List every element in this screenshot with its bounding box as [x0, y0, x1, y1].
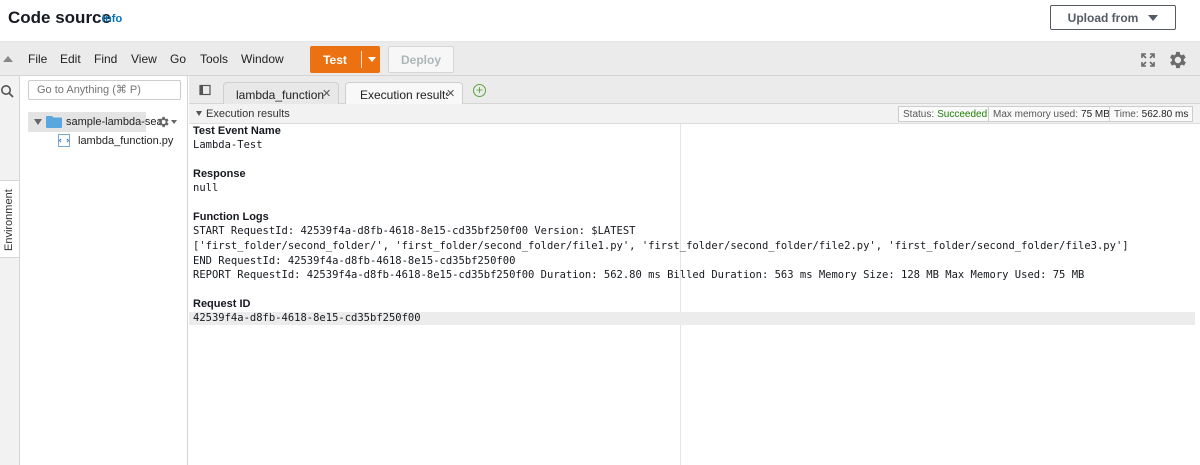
- tree-root-folder[interactable]: sample-lambda-sea: [28, 112, 163, 132]
- print-margin-line: [680, 124, 681, 465]
- upload-from-button[interactable]: Upload from: [1050, 5, 1176, 30]
- tab-lambda-function[interactable]: lambda_function ✕: [223, 82, 339, 104]
- environment-tab[interactable]: Environment: [0, 180, 19, 258]
- close-icon[interactable]: ✕: [322, 87, 331, 100]
- response-heading: Response: [193, 168, 246, 180]
- button-divider: [361, 51, 362, 68]
- search-icon[interactable]: [0, 84, 14, 98]
- test-event-value: Lambda-Test: [193, 139, 263, 151]
- tab-label: Execution results: [360, 88, 448, 102]
- menu-find[interactable]: Find: [94, 52, 117, 66]
- settings-gear-icon[interactable]: [1166, 49, 1188, 71]
- menu-view[interactable]: View: [131, 52, 157, 66]
- memory-value: 75 MB: [1081, 108, 1110, 120]
- test-event-heading: Test Event Name: [193, 125, 281, 137]
- test-button-label: Test: [323, 52, 347, 67]
- menu-window[interactable]: Window: [241, 52, 284, 66]
- info-link[interactable]: Info: [102, 13, 122, 25]
- folder-icon: [46, 116, 62, 128]
- collapse-arrow-icon[interactable]: [196, 111, 202, 116]
- file-tree-panel: sample-lambda-sea lambda_function.py: [20, 76, 188, 465]
- memory-badge: Max memory used: 75 MB: [988, 106, 1115, 122]
- test-dropdown-toggle[interactable]: [363, 46, 380, 73]
- request-id-value: 42539f4a-d8fb-4618-8e15-cd35bf250f00: [193, 312, 421, 324]
- file-name: lambda_function.py: [78, 135, 174, 147]
- status-value: Succeeded: [937, 108, 988, 120]
- time-value: 562.80 ms: [1141, 108, 1189, 120]
- log-line: ['first_folder/second_folder/', 'first_f…: [193, 240, 1129, 252]
- close-icon[interactable]: ✕: [446, 87, 455, 100]
- menu-file[interactable]: File: [28, 52, 47, 66]
- upload-from-label: Upload from: [1067, 10, 1139, 25]
- status-badge: Status: Succeeded: [898, 106, 993, 122]
- request-id-heading: Request ID: [193, 298, 251, 310]
- environment-tab-label: Environment: [3, 189, 15, 251]
- caret-down-icon: [1148, 14, 1159, 21]
- folder-name: sample-lambda-sea: [66, 116, 163, 128]
- caret-down-icon: [367, 57, 376, 62]
- menu-tools[interactable]: Tools: [200, 52, 228, 66]
- expand-arrow-icon[interactable]: [34, 119, 42, 125]
- add-tab-icon[interactable]: +: [473, 84, 486, 97]
- status-label: Status:: [903, 108, 935, 120]
- editor-tab-bar: lambda_function ✕ Execution results ✕ +: [189, 76, 1200, 104]
- collapse-up-icon[interactable]: [3, 56, 13, 62]
- memory-label: Max memory used:: [993, 108, 1079, 120]
- time-label: Time:: [1114, 108, 1139, 120]
- execution-results-title: Execution results: [206, 108, 290, 120]
- tab-label: lambda_function: [236, 88, 325, 102]
- tree-settings-gear-icon[interactable]: [156, 115, 170, 129]
- side-tab-strip: Environment: [0, 76, 20, 465]
- log-line: START RequestId: 42539f4a-d8fb-4618-8e15…: [193, 225, 636, 237]
- panel-toggle-icon[interactable]: [199, 84, 211, 96]
- page-title: Code source: [8, 8, 111, 27]
- time-badge: Time: 562.80 ms: [1109, 106, 1194, 122]
- code-source-header: Code source Info Upload from: [0, 0, 1200, 42]
- ide-menu-bar: File Edit Find View Go Tools Window Test…: [0, 42, 1200, 76]
- fullscreen-icon[interactable]: [1140, 52, 1156, 68]
- execution-results-content: Test Event Name Lambda-Test Response nul…: [189, 124, 1200, 465]
- tab-execution-results[interactable]: Execution results ✕: [345, 82, 463, 104]
- python-file-icon: [58, 134, 70, 147]
- execution-results-bar: Execution results Status: Succeeded Max m…: [189, 104, 1200, 124]
- menu-edit[interactable]: Edit: [60, 52, 81, 66]
- menu-go[interactable]: Go: [170, 52, 186, 66]
- response-value: null: [193, 182, 219, 194]
- function-logs-heading: Function Logs: [193, 211, 269, 223]
- log-line: END RequestId: 42539f4a-d8fb-4618-8e15-c…: [193, 255, 516, 267]
- log-line: REPORT RequestId: 42539f4a-d8fb-4618-8e1…: [193, 269, 1085, 281]
- deploy-button[interactable]: Deploy: [388, 46, 454, 73]
- caret-down-icon[interactable]: [171, 120, 177, 124]
- go-to-anything-input[interactable]: [28, 80, 181, 100]
- test-button[interactable]: Test: [310, 46, 380, 73]
